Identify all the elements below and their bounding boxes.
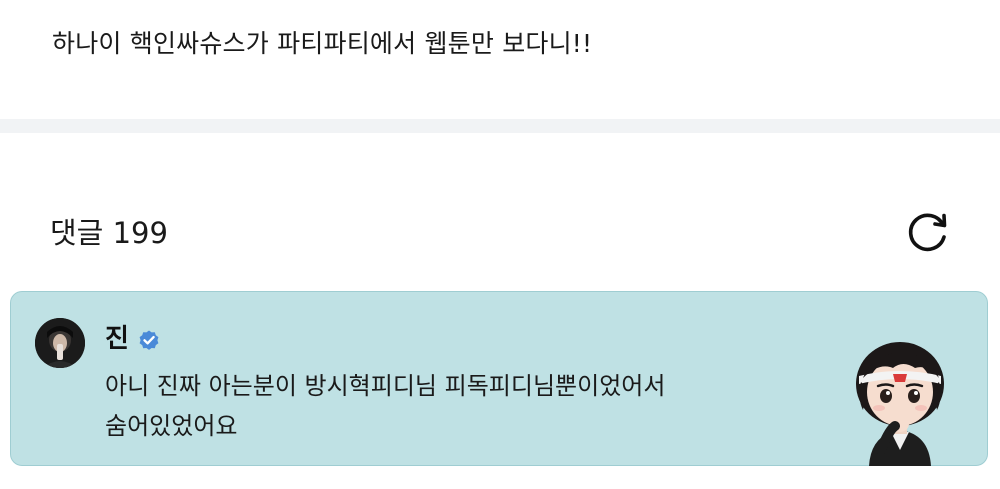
avatar-image (35, 318, 85, 368)
comment-text: 아니 진짜 아는분이 방시혁피디님 피독피디님뿐이었어서 숨어있었어요 (105, 366, 665, 446)
refresh-icon (908, 213, 947, 252)
post-text: 하나이 핵인싸슈스가 파티파티에서 웹툰만 보다니!! (52, 29, 593, 58)
character-sticker (856, 342, 944, 466)
refresh-button[interactable] (900, 204, 956, 260)
comment-line: 숨어있었어요 (105, 412, 238, 440)
avatar[interactable] (35, 318, 85, 368)
comment-line: 아니 진짜 아는분이 방시혁피디님 피독피디님뿐이었어서 (105, 372, 666, 400)
verified-badge-icon (139, 330, 159, 350)
post-body: 하나이 핵인싸슈스가 파티파티에서 웹툰만 보다니!! (0, 0, 1000, 118)
section-divider (0, 119, 1000, 133)
comments-count-title: 댓글 199 (50, 216, 168, 250)
comments-header: 댓글 199 (0, 133, 1000, 283)
comment-card: 진 아니 진짜 아는분이 방시혁피디님 피독피디님뿐이었어서 숨어있었어요 (10, 291, 988, 466)
comment-author-name[interactable]: 진 (105, 322, 129, 356)
